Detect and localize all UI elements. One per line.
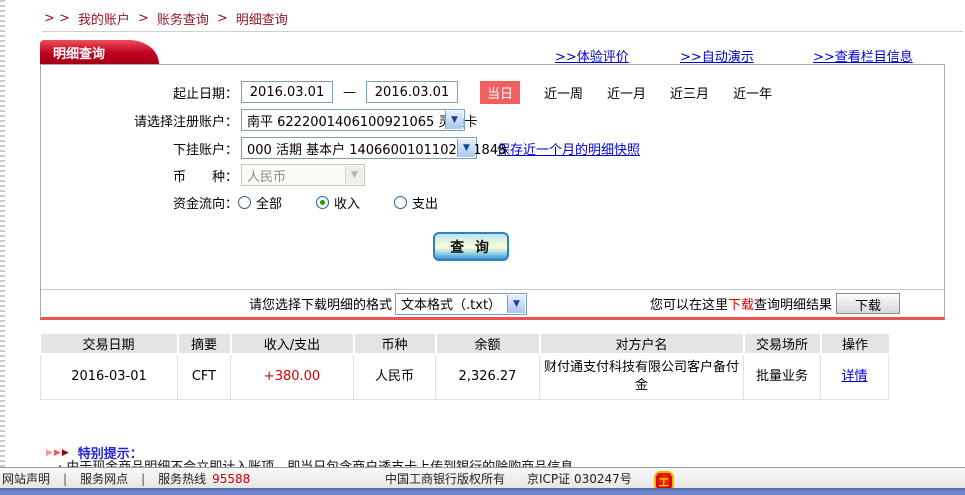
quick-range-today[interactable]: 当日 (480, 81, 520, 104)
cell-amount: +380.00 (231, 354, 354, 400)
download-hint-suffix: 查询明细结果 (754, 298, 832, 313)
footer-link-branches[interactable]: 服务网点 (80, 470, 128, 487)
registered-account-row: 请选择注册账户： 南平 6222001406100921065 灵通卡 ▼ (41, 109, 465, 131)
download-hint-keyword: 下载 (728, 298, 754, 313)
footer-separator: | (141, 472, 145, 486)
radio-income-checked[interactable] (316, 196, 329, 209)
quick-range-quarter[interactable]: 近三月 (670, 83, 709, 102)
currency-label: 币 种： (41, 166, 238, 185)
cell-venue: 批量业务 (744, 354, 821, 400)
breadcrumb-item-account-query[interactable]: 账务查询 (157, 9, 209, 28)
currency-value: 人民币 (247, 166, 286, 185)
date-to-input[interactable] (366, 81, 458, 103)
transactions-table: 交易日期 摘要 收入/支出 币种 余额 对方户名 交易场所 操作 2016-03… (40, 334, 889, 400)
col-header-date: 交易日期 (41, 334, 178, 354)
breadcrumb: > > 我的账户 > 账务查询 > 明细查询 (44, 9, 288, 28)
breadcrumb-prefix: > > (44, 11, 70, 26)
radio-all[interactable] (238, 196, 251, 209)
cell-counterparty: 财付通支付科技有限公司客户备付金 (540, 354, 744, 400)
sub-account-select[interactable]: 000 活期 基本户 1406600101102571848 ▼ (241, 137, 477, 159)
download-bar: 请您选择下载明细的格式 文本格式（.txt） ▼ 您可以在这里下载查询明细结果 … (41, 289, 944, 317)
registered-account-value: 南平 6222001406100921065 灵通卡 (247, 111, 477, 130)
radio-income-label: 收入 (334, 193, 360, 212)
registered-account-label: 请选择注册账户： (41, 111, 238, 130)
fund-flow-row: 资金流向： 全部 收入 支出 (41, 191, 472, 213)
footer-copyright-group: 中国工商银行版权所有 京ICP证 030247号 工 (385, 468, 674, 489)
radio-expense[interactable] (394, 196, 407, 209)
col-header-balance: 余额 (436, 334, 540, 354)
col-header-currency: 币种 (354, 334, 436, 354)
detail-link[interactable]: 详情 (841, 369, 867, 384)
breadcrumb-separator: > (217, 11, 228, 26)
fund-flow-label: 资金流向： (41, 193, 238, 212)
fund-flow-option-all: 全部 (238, 193, 282, 212)
download-hint-prefix: 您可以在这里 (650, 298, 728, 313)
tab-label: 明细查询 (53, 43, 105, 62)
chevron-down-icon[interactable]: ▼ (457, 139, 475, 157)
link-column-info[interactable]: >>查看栏目信息 (813, 46, 913, 65)
tab-detail-query[interactable]: 明细查询 (40, 40, 129, 64)
sub-account-label: 下挂账户： (41, 139, 238, 158)
download-hint: 您可以在这里下载查询明细结果 (650, 294, 832, 313)
footer-copyright: 中国工商银行版权所有 (385, 470, 505, 487)
currency-row: 币 种： 人民币 ▼ (41, 164, 365, 186)
radio-all-label: 全部 (256, 193, 282, 212)
currency-select-disabled: 人民币 ▼ (241, 164, 365, 186)
col-header-counterparty: 对方户名 (540, 334, 744, 354)
link-experience-review[interactable]: >>体验评价 (555, 46, 629, 65)
download-format-label: 请您选择下载明细的格式 (249, 294, 392, 313)
footer: 网站声明 | 服务网点 | 服务热线 95588 中国工商银行版权所有 京ICP… (0, 467, 965, 489)
download-button[interactable]: 下载 (836, 293, 900, 314)
footer-icp: 京ICP证 030247号 (527, 470, 632, 487)
cell-summary: CFT (178, 354, 231, 400)
breadcrumb-item-my-account[interactable]: 我的账户 (78, 9, 130, 28)
quick-range-week[interactable]: 近一周 (544, 83, 583, 102)
footer-hotline-number: 95588 (212, 472, 250, 486)
quick-range-month[interactable]: 近一月 (607, 83, 646, 102)
query-button[interactable]: 查 询 (433, 232, 509, 261)
cell-currency: 人民币 (354, 354, 436, 400)
download-format-select[interactable]: 文本格式（.txt） ▼ (395, 293, 527, 315)
date-range-row: 起止日期： — 当日 近一周 近一月 近三月 近一年 (41, 81, 772, 103)
breadcrumb-separator: > (138, 11, 149, 26)
breadcrumb-divider (42, 31, 963, 32)
chevron-down-icon: ▼ (345, 166, 363, 184)
fund-flow-option-income: 收入 (316, 193, 360, 212)
date-from-input[interactable] (241, 81, 333, 103)
registered-account-select[interactable]: 南平 6222001406100921065 灵通卡 ▼ (241, 109, 465, 131)
fund-flow-option-expense: 支出 (394, 193, 438, 212)
col-header-venue: 交易场所 (744, 334, 821, 354)
col-header-summary: 摘要 (178, 334, 231, 354)
footer-separator: | (63, 472, 67, 486)
footer-link-statement[interactable]: 网站声明 (2, 470, 50, 487)
breadcrumb-item-detail-query: 明细查询 (236, 9, 288, 28)
link-auto-demo[interactable]: >>自动演示 (680, 46, 754, 65)
date-range-dash: — (343, 85, 356, 100)
footer-left-links: 网站声明 | 服务网点 | 服务热线 95588 (0, 470, 250, 487)
page-edge-perforation (0, 0, 5, 467)
chevron-down-icon[interactable]: ▼ (445, 111, 463, 129)
table-row: 2016-03-01 CFT +380.00 人民币 2,326.27 财付通支… (41, 354, 889, 400)
date-range-label: 起止日期： (41, 83, 238, 102)
sub-account-row: 下挂账户： 000 活期 基本户 1406600101102571848 ▼ 保… (41, 137, 640, 159)
footer-blue-bar (0, 488, 965, 495)
chevron-down-icon[interactable]: ▼ (507, 295, 525, 313)
query-form-panel: 起止日期： — 当日 近一周 近一月 近三月 近一年 请选择注册账户： 南平 6… (40, 64, 945, 320)
quick-range-year[interactable]: 近一年 (733, 83, 772, 102)
save-monthly-snapshot-link[interactable]: 保存近一个月的明细快照 (497, 139, 640, 158)
cell-balance: 2,326.27 (436, 354, 540, 400)
icbc-detail-query-page: > > 我的账户 > 账务查询 > 明细查询 明细查询 >>体验评价 >>自动演… (0, 0, 965, 495)
col-header-amount: 收入/支出 (231, 334, 354, 354)
table-header-row: 交易日期 摘要 收入/支出 币种 余额 对方户名 交易场所 操作 (41, 334, 889, 354)
cell-date: 2016-03-01 (41, 354, 178, 400)
notice-arrow-icon: ▶ (46, 448, 53, 458)
download-format-value: 文本格式（.txt） (401, 294, 501, 313)
col-header-action: 操作 (821, 334, 889, 354)
footer-hotline-label: 服务热线 (158, 470, 206, 487)
radio-expense-label: 支出 (412, 193, 438, 212)
